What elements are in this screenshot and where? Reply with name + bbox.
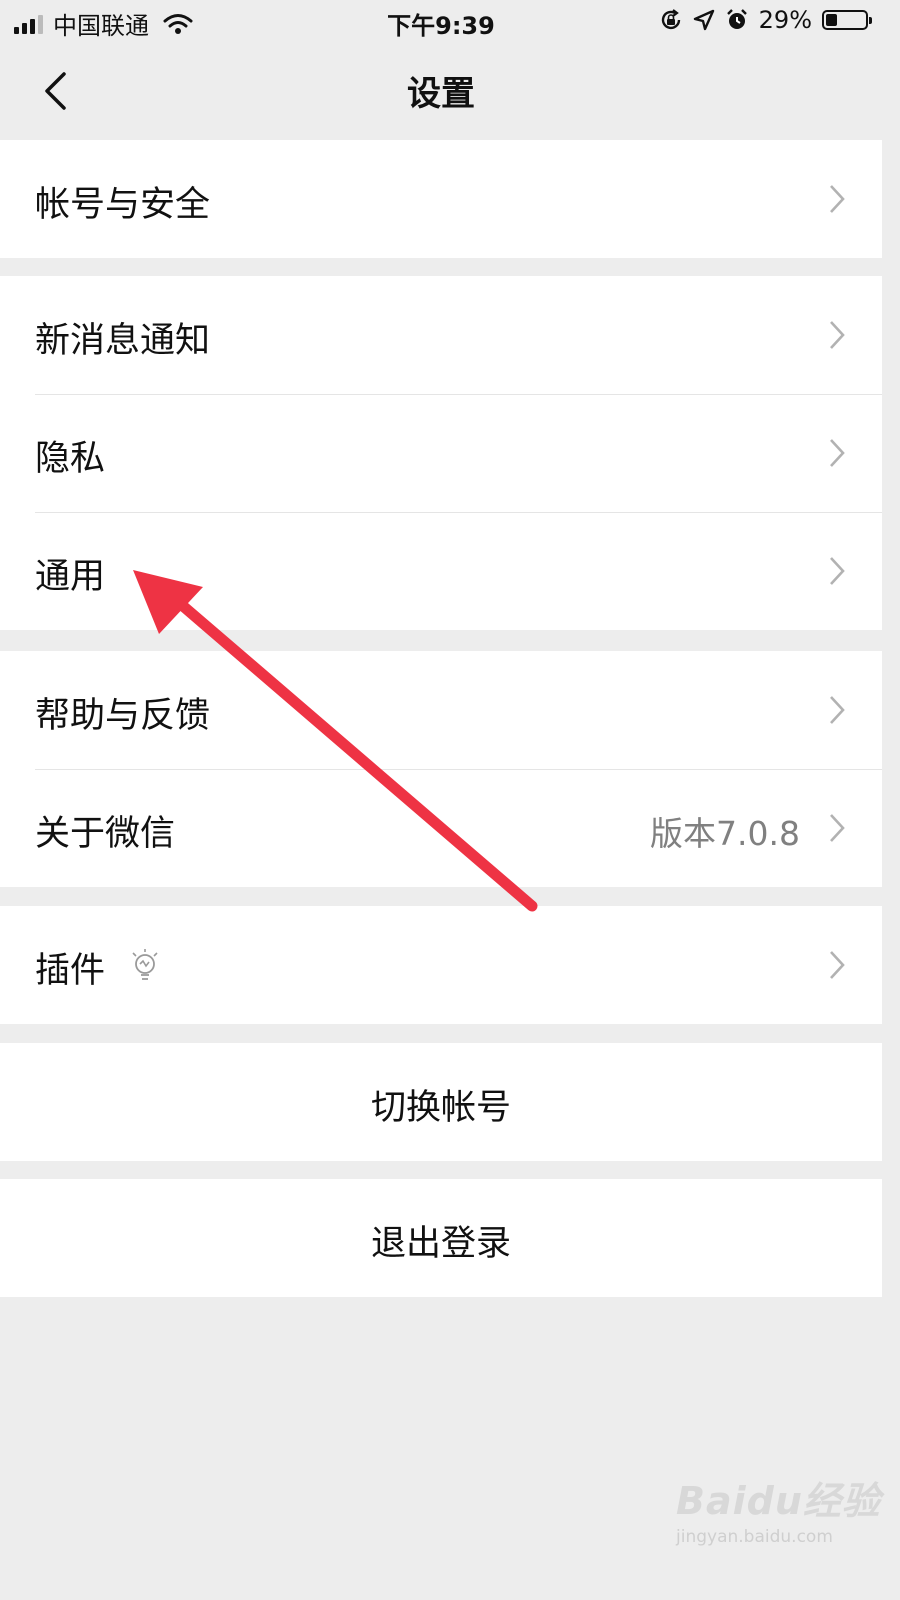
row-label: 新消息通知	[35, 321, 211, 361]
chevron-right-icon	[830, 321, 845, 349]
settings-group-plugins: 插件	[0, 906, 882, 1024]
settings-group-account: 帐号与安全	[0, 140, 882, 258]
version-value: 版本7.0.8	[650, 814, 800, 853]
row-label: 帮助与反馈	[35, 696, 211, 736]
nav-bar: 设置	[0, 44, 882, 136]
row-label: 关于微信	[35, 814, 176, 854]
chevron-right-icon	[830, 951, 845, 979]
logout-section: 退出登录	[0, 1179, 882, 1297]
battery-percent: 29%	[758, 6, 812, 34]
switch-account-label: 切换帐号	[370, 1088, 511, 1128]
location-icon	[693, 9, 714, 31]
divider	[35, 394, 882, 395]
settings-group-about: 帮助与反馈 关于微信 版本7.0.8	[0, 651, 882, 887]
logout-button[interactable]: 退出登录	[0, 1179, 882, 1297]
status-bar: 中国联通 下午9:39 29%	[0, 0, 882, 44]
settings-row-help-feedback[interactable]: 帮助与反馈	[0, 651, 882, 769]
chevron-right-icon	[830, 696, 845, 724]
switch-account-button[interactable]: 切换帐号	[0, 1043, 882, 1161]
settings-row-about-wechat[interactable]: 关于微信 版本7.0.8	[0, 769, 882, 887]
row-label: 插件	[35, 951, 106, 991]
row-label: 通用	[35, 557, 106, 597]
divider	[35, 512, 882, 513]
watermark-url: jingyan.baidu.com	[676, 1527, 833, 1547]
row-label: 隐私	[35, 439, 106, 479]
divider	[35, 769, 882, 770]
settings-row-plugins[interactable]: 插件	[0, 906, 882, 1024]
page-title: 设置	[407, 74, 475, 114]
chevron-right-icon	[830, 814, 845, 842]
settings-row-privacy[interactable]: 隐私	[0, 394, 882, 512]
chevron-right-icon	[830, 439, 845, 467]
watermark-logo: Baidu经验	[676, 1479, 881, 1523]
watermark: Baidu经验 jingyan.baidu.com	[676, 1470, 881, 1547]
chevron-right-icon	[830, 557, 845, 585]
settings-group-general: 新消息通知 隐私 通用	[0, 276, 882, 630]
chevron-right-icon	[830, 185, 845, 213]
orientation-lock-icon	[661, 9, 680, 30]
settings-row-notifications[interactable]: 新消息通知	[0, 276, 882, 394]
row-label: 帐号与安全	[35, 185, 211, 225]
alarm-icon	[726, 9, 747, 29]
status-right: 29%	[659, 6, 872, 34]
settings-row-general[interactable]: 通用	[0, 512, 882, 630]
switch-account-section: 切换帐号	[0, 1043, 882, 1161]
settings-row-account-security[interactable]: 帐号与安全	[0, 140, 882, 258]
logout-label: 退出登录	[370, 1224, 511, 1264]
lightbulb-icon	[132, 949, 158, 980]
battery-icon	[822, 10, 872, 30]
